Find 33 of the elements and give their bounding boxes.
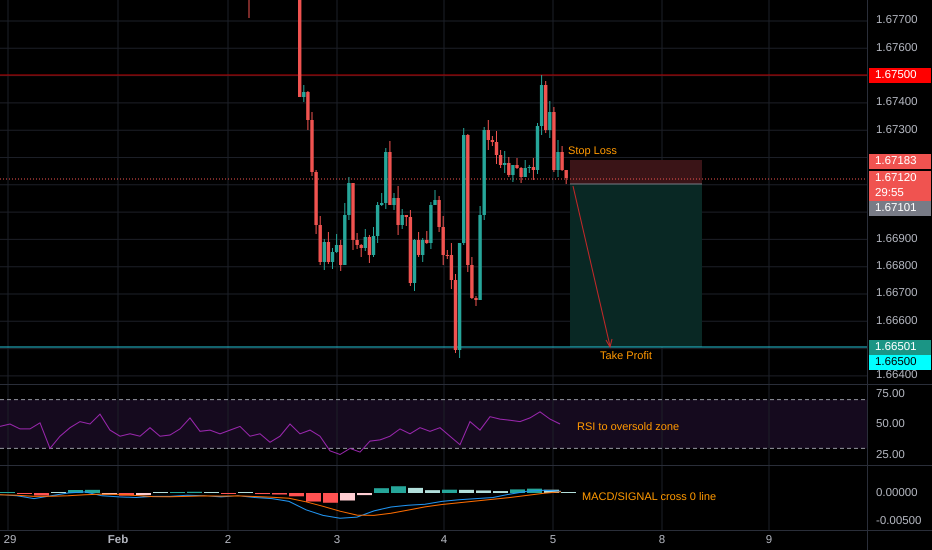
price-label: 29:55	[869, 186, 931, 202]
price-axis-label: 1.66800	[876, 260, 918, 272]
macd-axis-label: -0.00500	[876, 515, 922, 527]
price-label: 1.67101	[869, 201, 931, 216]
price-label: 1.67120	[869, 171, 931, 186]
time-axis-label: 4	[440, 534, 448, 546]
time-axis-label: 9	[766, 534, 772, 546]
time-axis-label: Feb	[108, 534, 128, 546]
annotation-label: Take Profit	[600, 350, 652, 362]
price-axis-label: 1.67300	[876, 124, 918, 136]
price-axis-label: 1.66400	[876, 369, 918, 382]
price-axis-label: 1.67400	[876, 96, 918, 108]
rsi-axis-label: 25.00	[876, 448, 905, 460]
price-axis-label: 1.66600	[876, 314, 918, 327]
price-axis-label: 1.66700	[876, 287, 918, 300]
macd-axis-label: 0.00000	[876, 487, 918, 499]
time-axis-label: 8	[658, 534, 666, 546]
price-label: 1.66501	[869, 340, 931, 356]
price-axis-label: 1.66900	[876, 232, 918, 245]
price-label: 1.67500	[869, 68, 931, 82]
annotation-label: MACD/SIGNAL cross 0 line	[582, 491, 716, 503]
price-axis-label: 1.67700	[876, 14, 918, 26]
annotation-label: RSI to oversold zone	[577, 421, 680, 433]
time-axis-label: 2	[224, 534, 232, 546]
time-axis-label: 5	[550, 534, 556, 546]
price-label: 1.67183	[869, 154, 931, 170]
time-axis-label: 29	[4, 534, 16, 546]
rsi-axis-label: 50.00	[876, 418, 905, 430]
annotation-label: Stop Loss	[568, 145, 617, 157]
price-axis-label: 1.67600	[876, 42, 918, 54]
time-axis-label: 3	[334, 534, 340, 546]
price-label: 1.66500	[869, 355, 931, 370]
rsi-axis-label: 75.00	[876, 388, 905, 400]
